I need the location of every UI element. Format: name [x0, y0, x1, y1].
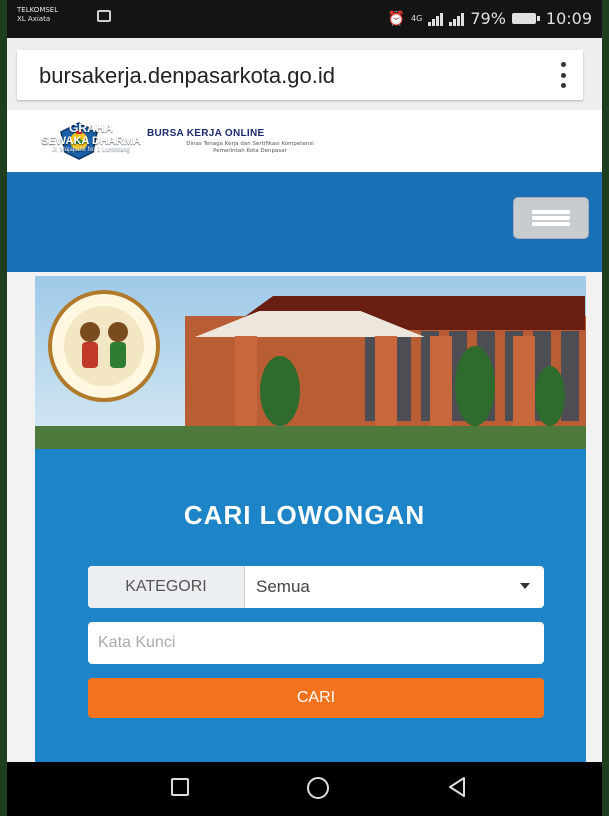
search-button[interactable]: CARI	[88, 678, 544, 718]
back-icon[interactable]	[445, 775, 469, 799]
subtitle-line-2: Pemerintah Kota Denpasar	[213, 148, 287, 154]
banner-line-1: GRAHA	[69, 121, 113, 135]
banner-caption: GRAHA SEWAKA DHARMA Jl. Majapahit No 1 L…	[23, 121, 159, 153]
image-notification-icon	[97, 10, 111, 22]
battery-percent: 79%	[470, 9, 506, 28]
signal-1-icon	[428, 12, 444, 26]
network-badge: 4G	[411, 14, 423, 23]
alarm-icon: ⏰	[387, 10, 406, 27]
category-value[interactable]: Semua	[256, 566, 310, 608]
category-label: KATEGORI	[88, 566, 245, 608]
address-bar[interactable]: bursakerja.denpasarkota.go.id	[17, 50, 583, 100]
search-title: CARI LOWONGAN	[183, 500, 426, 530]
home-icon[interactable]	[307, 777, 329, 799]
battery-icon	[511, 13, 540, 24]
recent-apps-icon[interactable]	[171, 778, 189, 796]
category-select[interactable]: KATEGORI Semua	[88, 566, 544, 608]
carrier-primary: TELKOMSEL	[17, 6, 59, 14]
android-nav-bar	[7, 762, 602, 816]
banner-line-3: Jl. Majapahit No 1 Lumintang	[52, 147, 130, 153]
clock: 10:09	[545, 9, 592, 28]
url-text[interactable]: bursakerja.denpasarkota.go.id	[39, 63, 335, 89]
site-title[interactable]: BURSA KERJA ONLINE	[147, 128, 264, 139]
carrier-label: TELKOMSEL XL Axiata	[17, 6, 58, 24]
banner-line-2: SEWAKA DHARMA	[41, 135, 141, 147]
status-icons: ⏰ 4G 79% 10:09	[388, 9, 592, 28]
hero-banner-image	[35, 276, 586, 449]
dropdown-caret-icon[interactable]	[520, 583, 530, 589]
browser-toolbar: bursakerja.denpasarkota.go.id	[7, 38, 602, 111]
status-bar: TELKOMSEL XL Axiata ⏰ 4G 79% 10:09	[7, 0, 602, 38]
subtitle-line-1: Dinas Tenaga Kerja dan Sertifikasi Kompe…	[186, 141, 314, 147]
carrier-secondary: XL Axiata	[17, 15, 51, 23]
keyword-input[interactable]	[88, 622, 544, 664]
hamburger-icon[interactable]	[513, 197, 589, 239]
phone-screen: TELKOMSEL XL Axiata ⏰ 4G 79% 10:09 bursa…	[7, 0, 602, 816]
more-vert-icon[interactable]	[561, 62, 567, 88]
site-subtitle: Dinas Tenaga Kerja dan Sertifikasi Kompe…	[125, 141, 375, 155]
graha-badge-emblem	[48, 290, 160, 402]
signal-2-icon	[449, 12, 465, 26]
